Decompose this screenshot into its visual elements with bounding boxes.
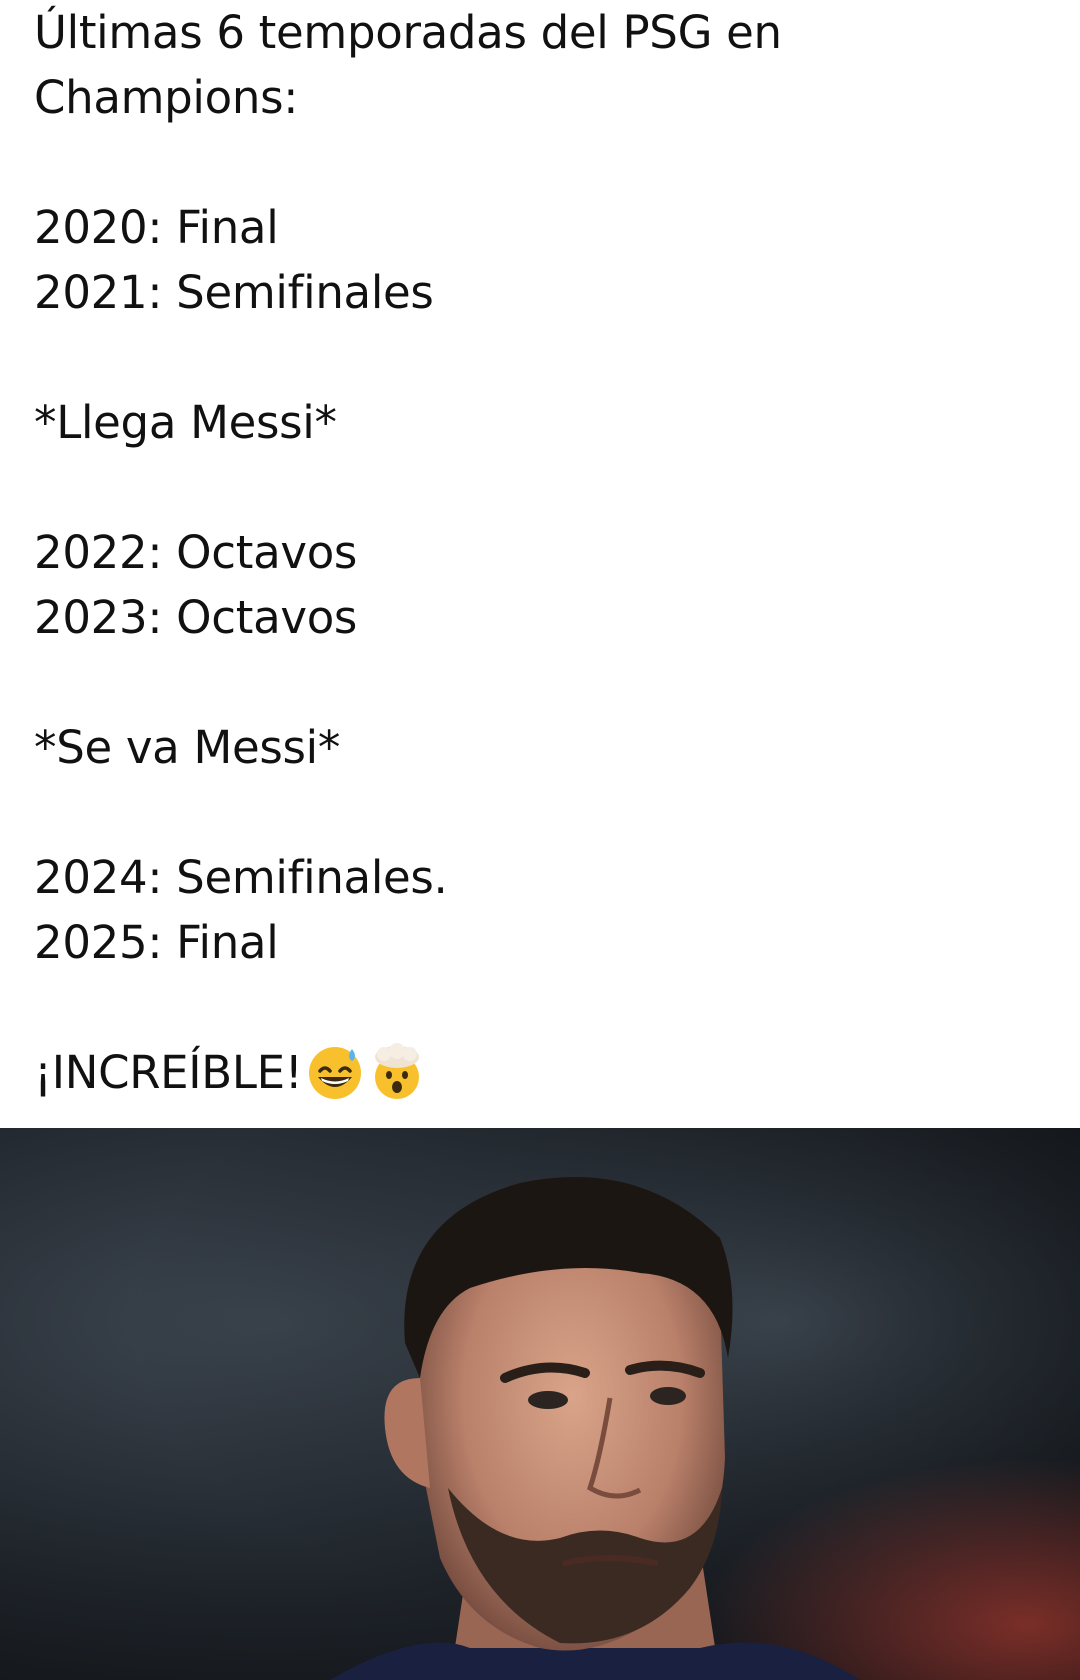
post-text: Últimas 6 temporadas del PSG en Champion… <box>34 0 1044 1105</box>
player-portrait-illustration <box>0 1128 1080 1680</box>
season-line: 2022: Octavos <box>34 526 358 579</box>
season-line: 2023: Octavos <box>34 591 358 644</box>
event-departure-line: *Se va Messi* <box>34 721 341 774</box>
event-arrival-line: *Llega Messi* <box>34 396 337 449</box>
closing-line: ¡INCREÍBLE! <box>34 1040 1044 1105</box>
closing-text: ¡INCREÍBLE! <box>34 1046 303 1099</box>
season-line: 2025: Final <box>34 916 279 969</box>
season-line: 2020: Final <box>34 201 279 254</box>
exploding-head-emoji-icon <box>368 1043 426 1101</box>
grinning-sweat-emoji-icon <box>306 1043 364 1101</box>
player-photo <box>0 1128 1080 1680</box>
post-title-line-1: Últimas 6 temporadas del PSG en <box>34 6 782 59</box>
post-title-line-2: Champions: <box>34 71 299 124</box>
season-line: 2024: Semifinales. <box>34 851 448 904</box>
season-line: 2021: Semifinales <box>34 266 434 319</box>
